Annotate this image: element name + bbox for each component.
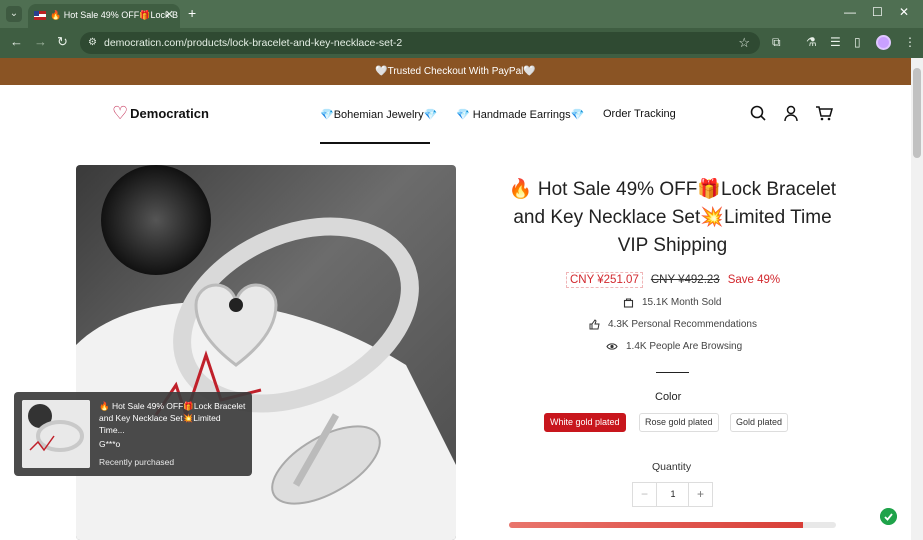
site-info-icon[interactable]: ⚙ bbox=[88, 37, 100, 49]
cart-icon[interactable] bbox=[815, 104, 833, 122]
stock-progress-bar bbox=[509, 522, 836, 528]
popup-buyer-name: G***o bbox=[99, 439, 121, 449]
original-price: CNY ¥492.23 bbox=[650, 274, 720, 286]
popup-product-thumbnail bbox=[22, 400, 90, 468]
recent-purchase-popup[interactable]: 🔥 Hot Sale 49% OFF🎁Lock Bracelet and Key… bbox=[14, 392, 252, 476]
quantity-increase-button[interactable]: + bbox=[688, 483, 712, 506]
shopping-bag-icon bbox=[623, 298, 634, 308]
logo-text: Democraticn bbox=[130, 105, 209, 121]
stat-recommendations: 4.3K Personal Recommendations bbox=[589, 319, 757, 330]
address-bar[interactable]: ⚙ democraticn.com/products/lock-bracelet… bbox=[80, 32, 760, 54]
thumbs-up-icon bbox=[589, 319, 600, 330]
back-icon[interactable]: ← bbox=[10, 35, 23, 49]
section-divider bbox=[656, 372, 689, 373]
nav-handmade-earrings[interactable]: 💎 Handmade Earrings💎 bbox=[456, 108, 584, 121]
stat-recommendations-text: 4.3K Personal Recommendations bbox=[608, 319, 757, 330]
product-title: 🔥 Hot Sale 49% OFF🎁Lock Bracelet and Key… bbox=[508, 179, 837, 256]
forward-icon[interactable]: → bbox=[34, 35, 47, 49]
quantity-input[interactable]: 1 bbox=[658, 483, 688, 506]
product-image[interactable] bbox=[76, 165, 456, 540]
side-panel-icon[interactable]: ▯ bbox=[854, 36, 861, 48]
floating-chat-icon[interactable] bbox=[880, 508, 897, 525]
quantity-label: Quantity bbox=[652, 461, 692, 473]
stat-browsing-text: 1.4K People Are Browsing bbox=[626, 341, 743, 352]
quantity-stepper: − 1 + bbox=[632, 482, 713, 507]
promo-banner: 🤍Trusted Checkout With PayPal🤍 bbox=[0, 58, 911, 85]
new-tab-icon[interactable]: + bbox=[188, 6, 196, 20]
browser-toolbar: ← → ↻ ⚙ democraticn.com/products/lock-br… bbox=[0, 28, 923, 58]
tab-search-icon[interactable]: ⌄ bbox=[6, 6, 22, 22]
stock-progress-fill bbox=[509, 522, 804, 528]
quantity-decrease-button[interactable]: − bbox=[633, 483, 657, 506]
close-window-icon[interactable]: ✕ bbox=[899, 5, 909, 19]
eye-icon bbox=[606, 343, 618, 350]
profile-avatar[interactable] bbox=[876, 35, 891, 50]
save-badge: Save 49% bbox=[727, 274, 781, 286]
menu-kebab-icon[interactable]: ⋮ bbox=[904, 36, 916, 48]
popup-status: Recently purchased bbox=[99, 457, 175, 467]
account-icon[interactable] bbox=[782, 104, 800, 122]
minimize-icon[interactable]: — bbox=[844, 5, 856, 19]
site-logo[interactable]: ♡ Democraticn bbox=[112, 103, 209, 123]
tab-title: 🔥 Hot Sale 49% OFF🎁Lock B bbox=[50, 10, 178, 20]
stat-month-sold: 15.1K Month Sold bbox=[623, 297, 722, 308]
url-text[interactable]: democraticn.com/products/lock-bracelet-a… bbox=[104, 37, 402, 49]
nav-active-underline bbox=[320, 142, 430, 144]
popup-product-title: 🔥 Hot Sale 49% OFF🎁Lock Bracelet and Key… bbox=[99, 401, 246, 435]
color-option-rose-gold[interactable]: Rose gold plated bbox=[639, 413, 719, 432]
stat-browsing: 1.4K People Are Browsing bbox=[606, 341, 742, 352]
browser-tab-active[interactable]: 🔥 Hot Sale 49% OFF🎁Lock B ✕ bbox=[28, 4, 180, 28]
flag-icon bbox=[34, 11, 46, 20]
bookmark-star-icon[interactable]: ☆ bbox=[738, 35, 750, 51]
lab-icon[interactable]: ⚗ bbox=[806, 36, 817, 48]
heart-logo-icon: ♡ bbox=[112, 102, 129, 123]
color-option-white-gold[interactable]: White gold plated bbox=[544, 413, 626, 432]
stat-month-sold-text: 15.1K Month Sold bbox=[642, 297, 722, 308]
nav-order-tracking[interactable]: Order Tracking bbox=[603, 108, 676, 120]
color-option-gold[interactable]: Gold plated bbox=[730, 413, 789, 432]
page-scrollbar[interactable] bbox=[911, 58, 923, 540]
current-price: CNY ¥251.07 bbox=[566, 272, 643, 288]
nav-bohemian-jewelry[interactable]: 💎Bohemian Jewelry💎 bbox=[320, 108, 437, 121]
price-row: CNY ¥251.07 CNY ¥492.23 Save 49% bbox=[566, 271, 780, 289]
browser-tabbar: ⌄ 🔥 Hot Sale 49% OFF🎁Lock B ✕ + — ☐ ✕ bbox=[0, 0, 923, 28]
extensions-icon[interactable]: ⧉ bbox=[772, 36, 781, 48]
reading-list-icon[interactable]: ☰ bbox=[830, 36, 841, 48]
close-tab-icon[interactable]: ✕ bbox=[165, 8, 174, 21]
bracelet-illustration bbox=[76, 165, 456, 540]
scrollbar-thumb[interactable] bbox=[913, 68, 921, 158]
color-label: Color bbox=[655, 391, 682, 403]
reload-icon[interactable]: ↻ bbox=[57, 35, 68, 49]
search-icon[interactable] bbox=[749, 104, 767, 122]
maximize-icon[interactable]: ☐ bbox=[872, 5, 883, 19]
